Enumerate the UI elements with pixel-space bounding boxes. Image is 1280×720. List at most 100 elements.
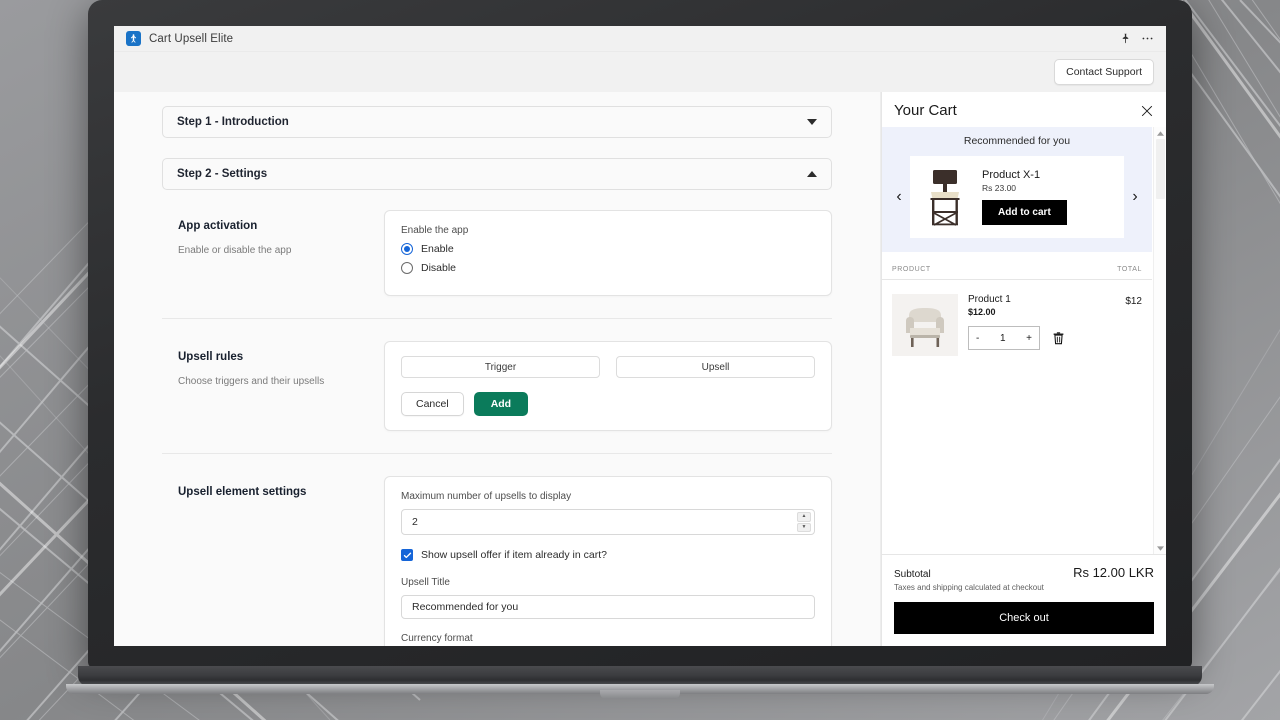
section-upsell-element-title: Upsell element settings: [178, 486, 307, 498]
laptop-screen: Cart Upsell Elite Contact Support Step 1…: [114, 26, 1166, 646]
tax-note: Taxes and shipping calculated at checkou…: [894, 583, 1044, 592]
section-upsell-rules-description: Choose triggers and their upsells: [178, 376, 325, 387]
max-upsells-input[interactable]: [401, 509, 815, 535]
spinner-down-button[interactable]: ▼: [797, 522, 811, 532]
subtotal-value: Rs 12.00 LKR: [1073, 565, 1154, 580]
section-app-activation-description: Enable or disable the app: [178, 245, 292, 256]
trash-icon[interactable]: [1052, 331, 1065, 345]
app-subbar: Contact Support: [114, 52, 1166, 92]
cart-column-product: PRODUCT: [892, 266, 931, 273]
rule-buttons-row: Cancel Add: [401, 392, 815, 416]
section-app-activation-controls: Enable the app Enable Disable: [384, 210, 832, 296]
section-upsell-element-info: Upsell element settings: [162, 476, 384, 646]
show-if-in-cart-checkbox[interactable]: [401, 549, 413, 561]
spinner-up-icon: ▲: [801, 513, 807, 520]
section-upsell-rules-controls: Trigger Upsell Cancel Add: [384, 341, 832, 431]
cart-item-line-total: $12: [1125, 296, 1142, 307]
max-upsells-stepper-wrap: ▲ ▼: [401, 509, 815, 535]
add-to-cart-button[interactable]: Add to cart: [982, 200, 1067, 225]
radio-disable-label: Disable: [421, 262, 457, 274]
radio-option-enable[interactable]: Enable: [401, 243, 815, 255]
upsell-element-card: Maximum number of upsells to display ▲ ▼: [384, 476, 832, 646]
quantity-decrement-button[interactable]: -: [976, 333, 979, 344]
recommended-product-info: Product X-1 Rs 23.00 Add to cart: [982, 169, 1116, 225]
accordion-step-2[interactable]: Step 2 - Settings: [162, 158, 832, 190]
upsell-select[interactable]: Upsell: [616, 356, 815, 378]
radio-option-disable[interactable]: Disable: [401, 262, 815, 274]
laptop-base-notch: [600, 690, 680, 699]
spinner-up-button[interactable]: ▲: [797, 512, 811, 522]
cart-scrollbar[interactable]: [1153, 127, 1166, 554]
cart-header: Your Cart: [882, 92, 1166, 127]
cart-scrollbar-thumb[interactable]: [1155, 139, 1165, 199]
quantity-value: 1: [999, 332, 1006, 344]
recommendation-title: Recommended for you: [963, 135, 1071, 147]
accordion-step-1[interactable]: Step 1 - Introduction: [162, 106, 832, 138]
section-app-activation: App activation Enable or disable the app…: [162, 210, 832, 319]
cart-item-price: $12.00: [968, 307, 996, 317]
chevron-down-icon[interactable]: [807, 119, 817, 125]
radio-disable-icon[interactable]: [401, 262, 413, 274]
cart-scrollbar-track[interactable]: [1155, 139, 1165, 542]
cart-line-item: Product 1 $12.00 - 1 + $12: [882, 280, 1152, 356]
trigger-select[interactable]: Trigger: [401, 356, 600, 378]
section-upsell-element-settings: Upsell element settings Maximum number o…: [162, 476, 832, 646]
cart-drawer: Your Cart Recommended for you ‹ Product …: [881, 92, 1166, 646]
cart-column-total: TOTAL: [1117, 266, 1142, 273]
chevron-up-icon[interactable]: [807, 171, 817, 177]
more-horizontal-icon[interactable]: [1136, 28, 1158, 50]
recommendation-panel: Recommended for you ‹ Product X-1 Rs 23.…: [882, 127, 1152, 252]
chevron-left-icon[interactable]: ‹: [892, 189, 906, 205]
radio-enable-label: Enable: [421, 243, 454, 255]
chevron-right-icon[interactable]: ›: [1128, 189, 1142, 205]
cart-item-name: Product 1: [968, 294, 1011, 305]
max-upsells-spinner[interactable]: ▲ ▼: [797, 512, 811, 532]
section-upsell-rules-info: Upsell rules Choose triggers and their u…: [162, 341, 384, 431]
checkout-button[interactable]: Check out: [894, 602, 1154, 634]
recommended-product-name: Product X-1: [982, 169, 1041, 181]
cart-footer: Subtotal Rs 12.00 LKR Taxes and shipping…: [882, 554, 1166, 646]
cart-scroll-area: Recommended for you ‹ Product X-1 Rs 23.…: [882, 127, 1166, 554]
max-upsells-label: Maximum number of upsells to display: [401, 491, 572, 502]
pin-icon[interactable]: [1114, 28, 1136, 50]
app-activation-card: Enable the app Enable Disable: [384, 210, 832, 296]
section-app-activation-title: App activation: [178, 220, 258, 232]
laptop-base: [78, 666, 1202, 686]
scroll-up-icon[interactable]: [1156, 127, 1164, 139]
rule-inputs-row: Trigger Upsell: [401, 356, 815, 378]
section-upsell-element-controls: Maximum number of upsells to display ▲ ▼: [384, 476, 832, 646]
settings-column: Step 1 - Introduction Step 2 - Settings …: [114, 92, 881, 646]
upsell-title-label: Upsell Title: [401, 577, 450, 588]
cart-heading: Your Cart: [894, 102, 957, 119]
close-icon[interactable]: [1140, 104, 1154, 118]
accordion-step-1-title: Step 1 - Introduction: [177, 116, 289, 128]
section-app-activation-info: App activation Enable or disable the app: [162, 210, 384, 296]
cart-item-quantity-row: - 1 +: [968, 326, 1115, 350]
quantity-increment-button[interactable]: +: [1026, 333, 1032, 344]
add-button[interactable]: Add: [473, 392, 529, 416]
subtotal-label: Subtotal: [894, 569, 931, 580]
quantity-stepper[interactable]: - 1 +: [968, 326, 1040, 350]
recommended-product-price: Rs 23.00: [982, 183, 1017, 193]
section-upsell-rules-title: Upsell rules: [178, 351, 244, 363]
recommendation-card: Product X-1 Rs 23.00 Add to cart: [910, 156, 1124, 238]
app-title: Cart Upsell Elite: [149, 32, 234, 45]
radio-enable-icon[interactable]: [401, 243, 413, 255]
section-upsell-rules: Upsell rules Choose triggers and their u…: [162, 341, 832, 454]
show-if-in-cart-row[interactable]: Show upsell offer if item already in car…: [401, 549, 815, 561]
upsell-title-input[interactable]: [401, 595, 815, 619]
cart-table-header: PRODUCT TOTAL: [882, 252, 1152, 280]
enable-app-label: Enable the app: [401, 225, 469, 236]
show-if-in-cart-label: Show upsell offer if item already in car…: [421, 549, 607, 561]
upsell-rules-card: Trigger Upsell Cancel Add: [384, 341, 832, 431]
subtotal-row: Subtotal Rs 12.00 LKR: [894, 565, 1154, 580]
cancel-button[interactable]: Cancel: [401, 392, 464, 416]
recommendation-carousel: ‹ Product X-1 Rs 23.00 Add to cart ›: [892, 156, 1142, 238]
spinner-down-icon: ▼: [801, 523, 807, 530]
laptop-mockup: Cart Upsell Elite Contact Support Step 1…: [66, 0, 1214, 699]
scroll-down-icon[interactable]: [1156, 542, 1164, 554]
cart-item-image: [892, 294, 958, 356]
contact-support-button[interactable]: Contact Support: [1054, 59, 1154, 85]
laptop-lid: Cart Upsell Elite Contact Support Step 1…: [88, 0, 1192, 668]
shopify-app-icon: [126, 31, 141, 46]
